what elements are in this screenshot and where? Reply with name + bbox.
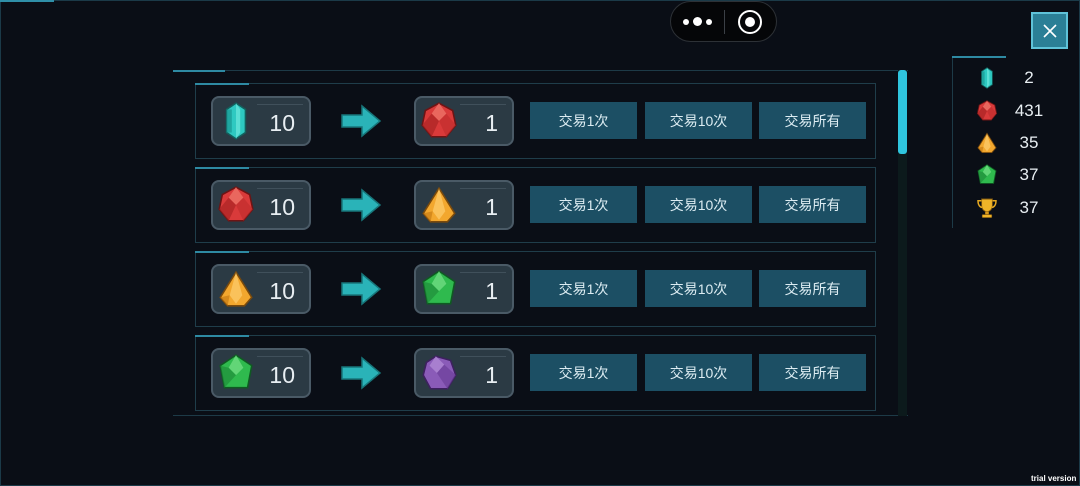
close-button[interactable] (1031, 12, 1068, 49)
source-gem-count: 10 (269, 194, 295, 220)
target-gem-count: 1 (485, 362, 498, 388)
target-gem-box: 1 (414, 264, 514, 314)
trade-row: 10 1 交易1次 交易10次 交易所有 (195, 335, 876, 411)
source-gem-box: 10 (211, 96, 311, 146)
arrow-right-icon (341, 104, 382, 138)
inventory-count: 431 (1014, 101, 1044, 120)
source-gem-count: 10 (269, 110, 295, 136)
target-circle-icon[interactable] (724, 2, 776, 41)
target-gem-box: 1 (414, 348, 514, 398)
corner-accent (0, 0, 54, 2)
row-accent (195, 251, 249, 253)
source-gem-box: 10 (211, 264, 311, 314)
inventory-item: 37 (953, 192, 1051, 224)
target-gem-count: 1 (485, 278, 498, 304)
inventory-count: 37 (1019, 165, 1039, 184)
inventory-item: 431 (953, 95, 1051, 127)
scrollbar-thumb[interactable] (898, 70, 907, 154)
arrow-right-icon (341, 356, 382, 390)
more-dots-icon[interactable] (671, 2, 724, 41)
inventory-count: 35 (1019, 133, 1039, 152)
source-gem-count: 10 (269, 362, 295, 388)
arrow-right-icon (341, 272, 382, 306)
source-gem-box: 10 (211, 180, 311, 230)
arrow-right-icon (341, 188, 382, 222)
inventory-item: 35 (953, 127, 1051, 159)
panel-accent (173, 70, 225, 72)
target-gem-box: 1 (414, 96, 514, 146)
trade-ten-button[interactable]: 交易10次 (645, 270, 752, 307)
row-accent (195, 335, 249, 337)
inventory-count: 2 (1024, 68, 1034, 87)
inventory-item: 2 (953, 62, 1051, 94)
trade-once-button[interactable]: 交易1次 (530, 186, 637, 223)
trade-ten-button[interactable]: 交易10次 (645, 186, 752, 223)
source-gem-count: 10 (269, 278, 295, 304)
trade-once-button[interactable]: 交易1次 (530, 354, 637, 391)
mini-program-capsule (670, 1, 777, 42)
trade-row: 10 1 交易1次 交易10次 交易所有 (195, 83, 876, 159)
trade-row: 10 1 交易1次 交易10次 交易所有 (195, 167, 876, 243)
trade-all-button[interactable]: 交易所有 (759, 354, 866, 391)
row-accent (195, 83, 249, 85)
target-gem-box: 1 (414, 180, 514, 230)
inventory-count: 37 (1019, 198, 1039, 217)
trade-once-button[interactable]: 交易1次 (530, 270, 637, 307)
trade-once-button[interactable]: 交易1次 (530, 102, 637, 139)
target-gem-count: 1 (485, 194, 498, 220)
trade-row: 10 1 交易1次 交易10次 交易所有 (195, 251, 876, 327)
inventory-item: 37 (953, 159, 1051, 191)
source-gem-box: 10 (211, 348, 311, 398)
trial-version-label: trial version (1031, 474, 1077, 483)
trade-ten-button[interactable]: 交易10次 (645, 102, 752, 139)
trade-all-button[interactable]: 交易所有 (759, 102, 866, 139)
target-gem-count: 1 (485, 110, 498, 136)
row-accent (195, 167, 249, 169)
inventory-panel: 2 431 35 37 37 (952, 56, 1050, 228)
close-icon (1042, 23, 1057, 38)
trade-all-button[interactable]: 交易所有 (759, 186, 866, 223)
trade-ten-button[interactable]: 交易10次 (645, 354, 752, 391)
inventory-accent (952, 56, 1006, 58)
trade-all-button[interactable]: 交易所有 (759, 270, 866, 307)
